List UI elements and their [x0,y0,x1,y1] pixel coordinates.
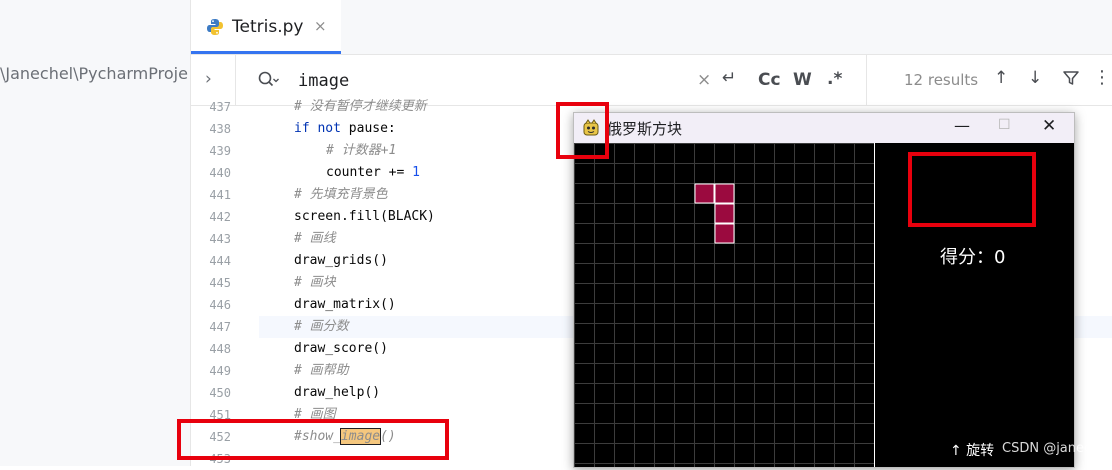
code-text: screen.fill(BLACK) [294,206,435,228]
close-button[interactable]: ✕ [1042,116,1056,136]
code-token: draw_grids() [294,253,388,268]
window-titlebar[interactable]: 俄罗斯方块 — ☐ ✕ [574,113,1074,143]
annotation-box-code-line [177,419,449,460]
code-text: # 画线 [294,228,336,250]
project-path: \Janechel\PycharmProje [0,64,188,83]
code-comment: # 画帮助 [294,363,349,378]
line-number: 446 [209,298,231,312]
score-label: 得分：0 [940,247,1006,268]
code-token: counter += [326,165,413,180]
line-number: 447 [209,320,231,334]
code-token: screen.fill(BLACK) [294,209,435,224]
code-comment: # 没有暂停才继续更新 [294,99,427,114]
code-text: draw_score() [294,338,388,360]
line-number: 437 [209,100,231,114]
line-number: 443 [209,232,231,246]
code-text: # 画块 [294,272,336,294]
code-text: draw_help() [294,382,380,404]
code-comment: # 计数器+1 [326,143,397,158]
code-token: draw_matrix() [294,297,396,312]
annotation-box-icon [556,102,609,159]
minimize-button[interactable]: — [954,116,970,135]
code-token: pause: [340,121,396,136]
game-board[interactable] [574,143,874,467]
code-token: not [317,121,341,136]
code-text: draw_grids() [294,250,388,272]
tetromino-block [714,203,735,224]
code-token: 1 [412,165,420,180]
code-comment: # 先填充背景色 [294,187,388,202]
code-token: if [294,121,310,136]
code-token: draw_score() [294,341,388,356]
code-text: # 画帮助 [294,360,349,382]
annotation-box-image-area [908,152,1036,227]
code-token: draw_help() [294,385,381,400]
project-panel: \Janechel\PycharmProje [0,0,191,466]
maximize-button[interactable]: ☐ [998,117,1011,133]
line-number: 442 [209,210,231,224]
line-number: 441 [209,188,231,202]
code-text: # 没有暂停才继续更新 [294,96,427,118]
line-number: 448 [209,342,231,356]
code-text: # 计数器+1 [326,140,396,162]
line-number: 438 [209,122,231,136]
code-text: draw_matrix() [294,294,396,316]
code-comment: # 画分数 [294,319,349,334]
tetromino-block [714,183,735,204]
code-text: # 先填充背景色 [294,184,388,206]
tetromino-block [694,183,715,204]
tetromino-block [714,223,735,244]
line-number: 439 [209,144,231,158]
code-comment: # 画块 [294,275,336,290]
code-text: counter += 1 [326,162,420,184]
code-comment: # 画线 [294,231,336,246]
rotate-help-text: ↑ 旋转 [950,443,995,459]
watermark: CSDN @janechel [1002,441,1112,456]
line-number: 445 [209,276,231,290]
code-text: if not pause: [294,118,396,140]
line-number: 444 [209,254,231,268]
line-number: 449 [209,364,231,378]
line-number: 440 [209,166,231,180]
window-title: 俄罗斯方块 [607,120,683,138]
code-text: # 画分数 [294,316,349,338]
line-number: 450 [209,386,231,400]
